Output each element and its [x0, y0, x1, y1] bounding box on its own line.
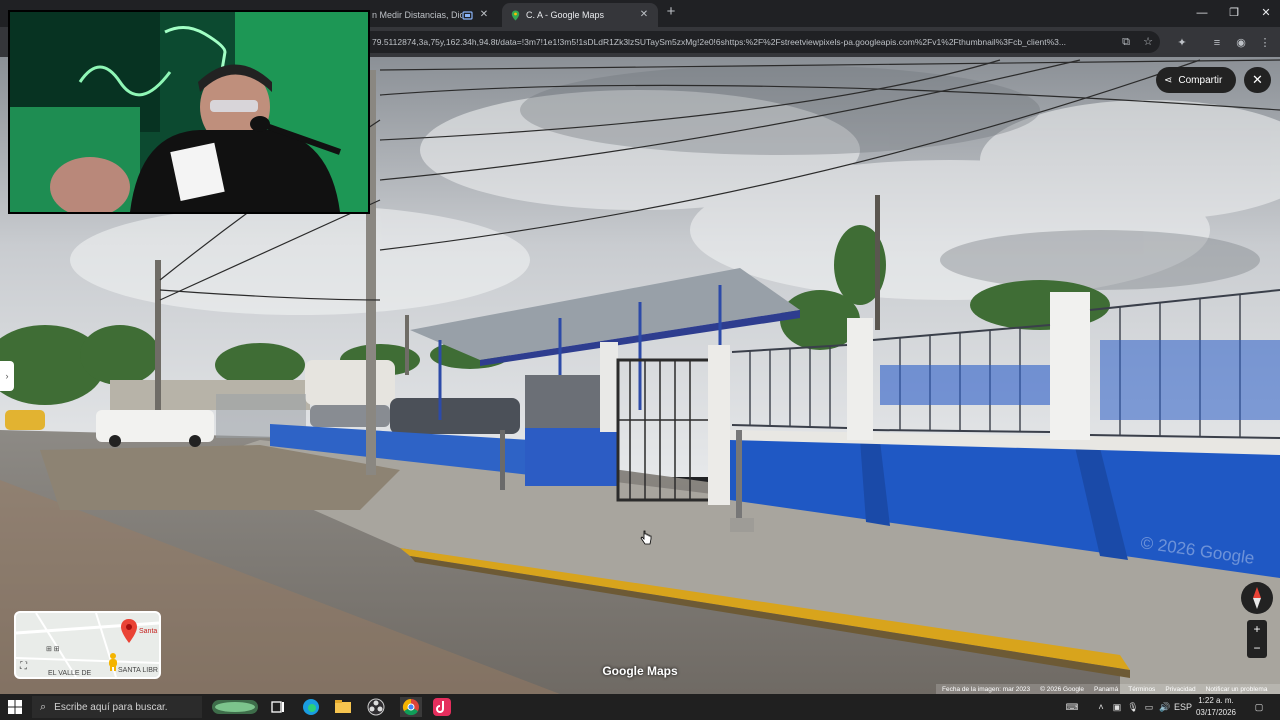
terms-link[interactable]: Términos [1128, 686, 1155, 693]
clock-time: 1:22 a. m. [1198, 696, 1234, 705]
microphone-icon[interactable]: 🎙 [1126, 698, 1140, 716]
expand-map-icon[interactable]: ⛶ [20, 661, 27, 672]
share-button[interactable]: ⋖ Compartir [1156, 67, 1236, 93]
edge-browser-icon[interactable] [301, 697, 321, 717]
search-placeholder: Escribe aquí para buscar. [54, 701, 168, 713]
tab-title: C. A - Google Maps [526, 10, 605, 20]
report-problem-link[interactable]: Notificar un problema [1206, 686, 1268, 693]
show-hidden-icons-chevron-icon[interactable]: ˄ [1094, 698, 1108, 716]
notifications-icon[interactable]: ▢ [1250, 698, 1268, 716]
taskbar-clock[interactable]: 1:22 a. m. 03/17/2026 [1190, 694, 1242, 720]
bookmark-star-icon[interactable]: ☆ [1140, 34, 1156, 50]
pegman-icon [109, 653, 117, 671]
google-maps-favicon [511, 10, 520, 20]
task-view-icon[interactable] [268, 697, 288, 717]
copyright: © 2026 Google [1040, 685, 1084, 693]
menu-kebab-icon[interactable]: ⋮ [1256, 34, 1274, 52]
meet-now-icon[interactable]: ▣ [1110, 698, 1124, 716]
volume-icon[interactable]: 🔊 [1158, 698, 1172, 716]
tab-medir-distancias[interactable]: n Medir Distancias, Diomedes ✕ [364, 3, 498, 27]
expand-side-panel-chevron-icon[interactable]: › [0, 361, 14, 391]
file-explorer-icon[interactable] [333, 697, 353, 717]
network-icon[interactable]: ▭ [1142, 698, 1156, 716]
new-tab-plus-icon[interactable]: + [664, 4, 678, 19]
zoom-out-button[interactable]: − [1247, 639, 1267, 658]
windows-start-icon[interactable] [8, 700, 22, 714]
search-icon: ⌕ [40, 700, 47, 713]
minimize-icon[interactable]: — [1190, 4, 1214, 22]
image-date: Fecha de la imagen: mar 2023 [942, 685, 1031, 693]
tiktok-icon[interactable] [432, 697, 452, 717]
tab-close-icon[interactable]: ✕ [478, 9, 490, 21]
location-pin-icon [121, 619, 137, 643]
mini-map-district-2: SANTA LIBR [118, 667, 158, 674]
blue-wall-left [525, 428, 617, 486]
close-street-view-icon[interactable]: ✕ [1244, 67, 1271, 93]
restore-icon[interactable]: ❐ [1222, 4, 1246, 22]
obs-studio-icon[interactable] [366, 697, 386, 717]
profile-avatar-icon[interactable]: ◉ [1232, 34, 1250, 52]
taskbar-search-box[interactable]: ⌕ Escribe aquí para buscar. [32, 696, 202, 718]
streamer-webcam-video [10, 12, 368, 212]
share-label: Compartir [1178, 74, 1223, 86]
country-link[interactable]: Panamá [1094, 686, 1118, 693]
extensions-icon[interactable]: ✦ [1173, 34, 1191, 52]
compass-icon[interactable] [1241, 582, 1273, 614]
window-close-icon[interactable]: ✕ [1254, 4, 1278, 22]
mini-map[interactable]: Santa ⊞ ⊞ EL VALLE DE SANTA LIBR ⛶ [14, 611, 161, 679]
windows-taskbar: ⌕ Escribe aquí para buscar. ⌨ ˄ ▣ 🎙 ▭ 🔊 … [0, 694, 1280, 720]
clock-date: 03/17/2026 [1195, 708, 1237, 717]
screen: n Medir Distancias, Diomedes ✕ C. A - Go… [0, 0, 1280, 720]
road-shield-icon: ⊞ ⊞ [46, 646, 60, 653]
tab-audio-icon [462, 10, 473, 20]
tab-close-icon[interactable]: ✕ [638, 9, 650, 21]
mini-map-district-1: EL VALLE DE [48, 670, 92, 677]
zoom-in-button[interactable]: + [1247, 620, 1267, 639]
share-icon: ⋖ [1164, 74, 1173, 86]
tab-title: n Medir Distancias, Diomedes [372, 10, 462, 20]
address-bar[interactable]: 79.5112874,3a,75y,162.34h,94.8t/data=!3m… [360, 31, 1160, 53]
weather-widget-icon[interactable] [210, 697, 260, 717]
tab-google-maps[interactable]: C. A - Google Maps ✕ [502, 3, 658, 27]
mini-map-place-label: Santa [139, 628, 158, 635]
street-view-footer: Fecha de la imagen: mar 2023 © 2026 Goog… [936, 684, 1280, 694]
hand-cursor-icon [640, 530, 652, 545]
keyboard-icon[interactable]: ⌨ [1062, 698, 1082, 716]
privacy-link[interactable]: Privacidad [1165, 686, 1195, 693]
chrome-browser-icon[interactable] [400, 697, 422, 717]
zoom-control: + − [1247, 620, 1267, 658]
url-text[interactable]: 79.5112874,3a,75y,162.34h,94.8t/data=!3m… [372, 31, 1112, 53]
reading-list-icon[interactable]: ≡ [1208, 34, 1226, 52]
google-maps-logo: Google Maps [602, 664, 678, 678]
webcam-overlay [8, 10, 370, 214]
install-app-icon[interactable]: ⧉ [1118, 34, 1134, 50]
